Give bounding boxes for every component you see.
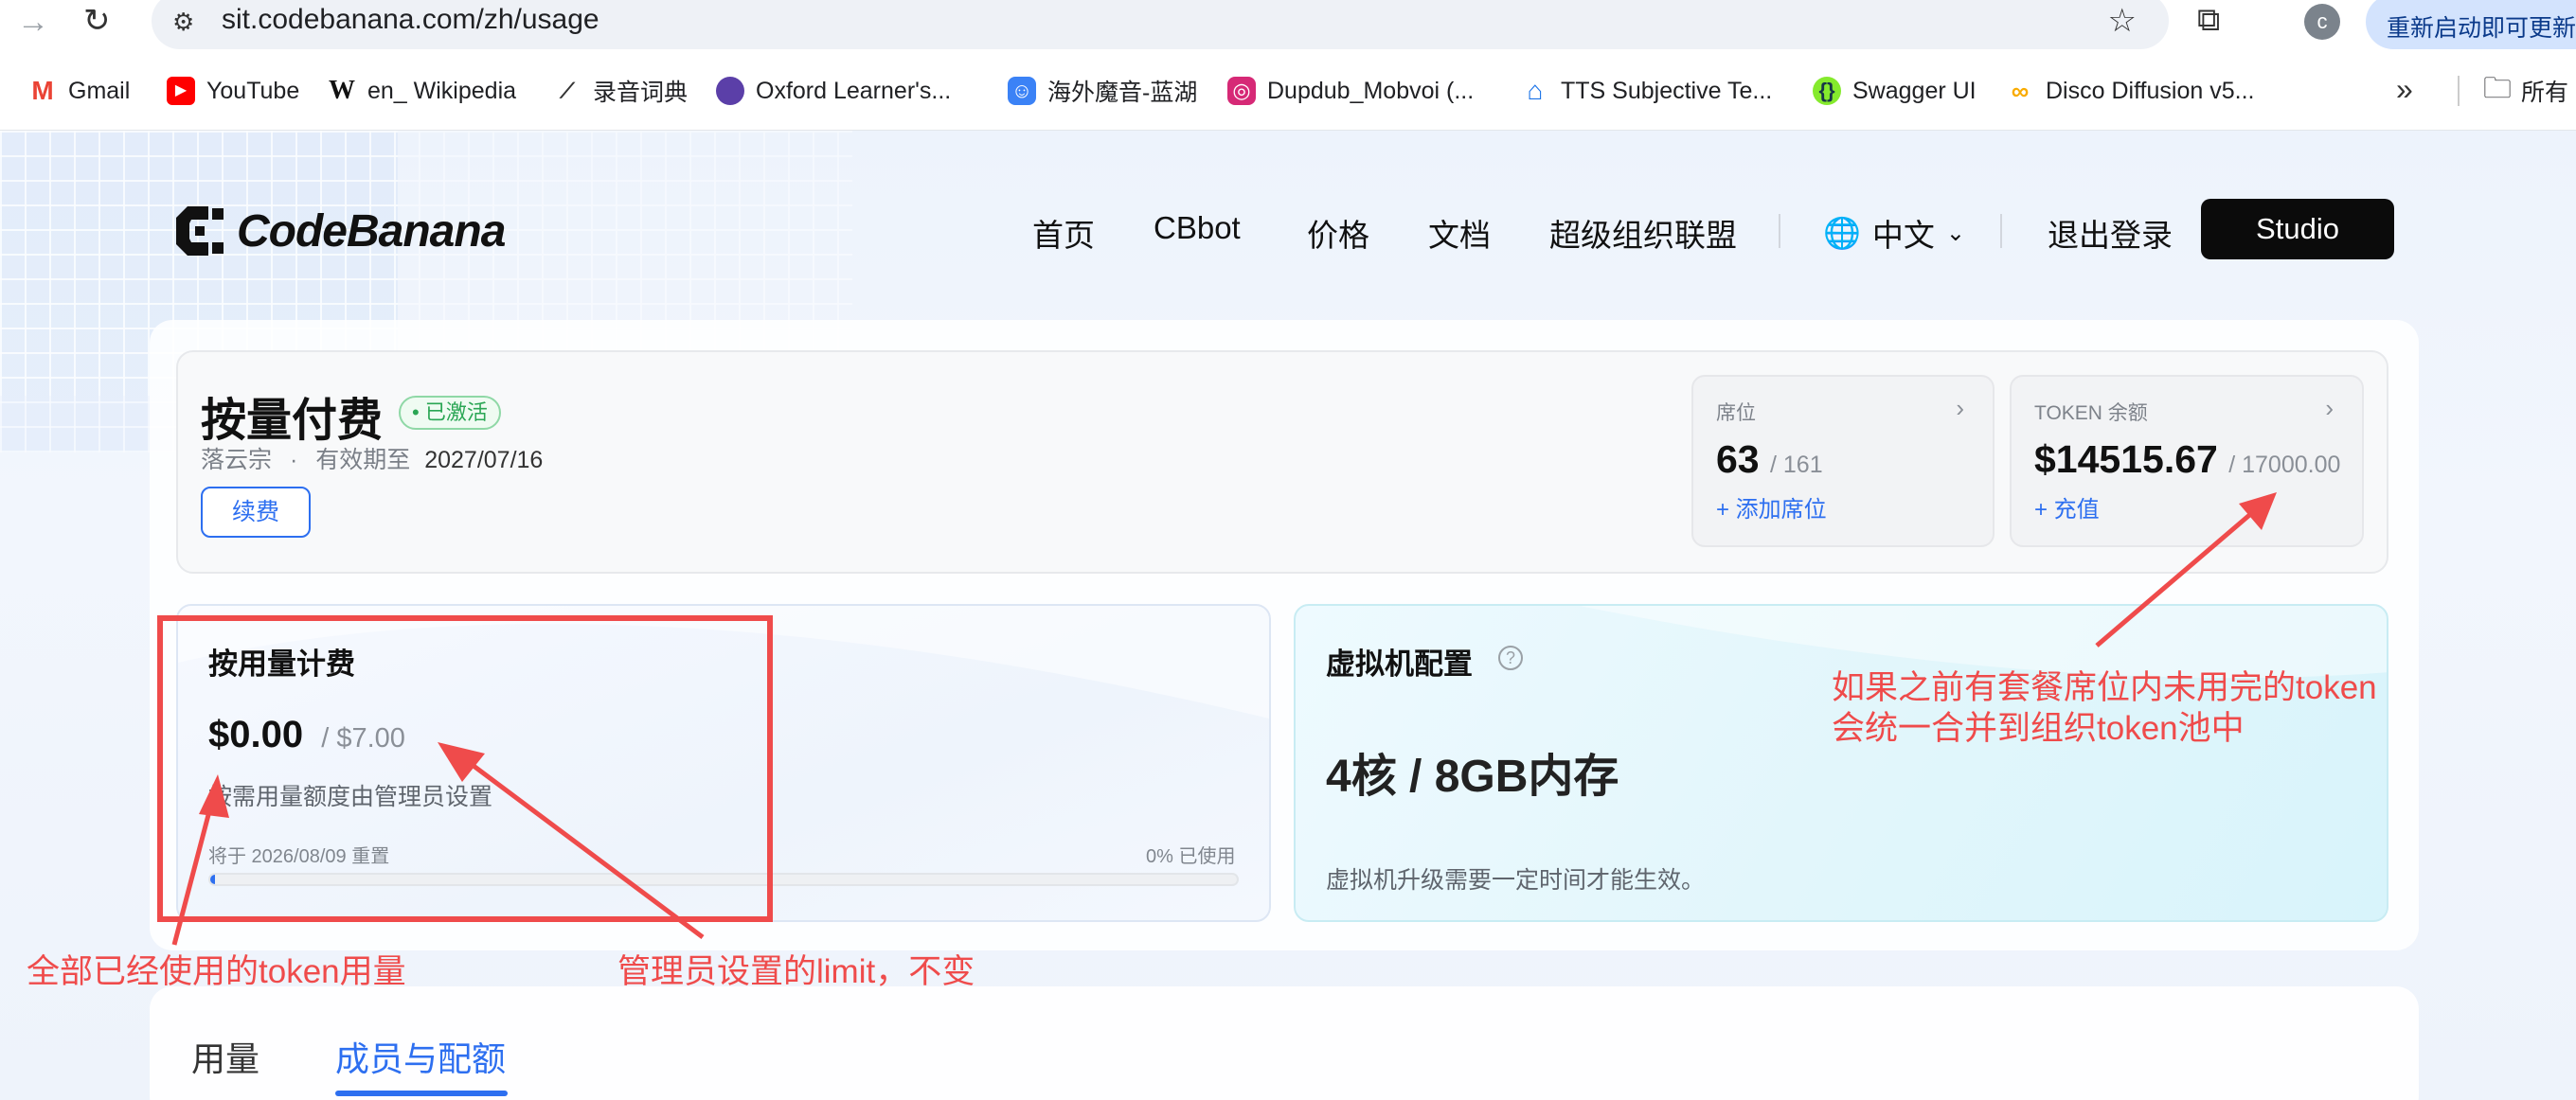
token-total: / 17000.00 [2228,452,2341,478]
annotation-highlight-box [157,615,773,922]
vm-card-title: 虚拟机配置 [1326,648,1473,681]
logo-text: CodeBanana [237,205,506,257]
gmail-icon: M [28,77,57,105]
forward-arrow-icon[interactable]: → [17,4,49,41]
youtube-icon: ▶ [167,77,195,105]
bookmarks-bar: M Gmail ▶ YouTube W en_ Wikipedia ⟋ 录音词典… [0,68,2576,114]
chevron-right-icon[interactable]: › [1956,394,1964,423]
tts-icon: ⌂ [1521,77,1549,105]
active-tab-indicator [335,1091,508,1096]
bookmark-label: Gmail [68,77,131,104]
lanhu-icon: ☺ [1008,77,1036,105]
update-button[interactable]: 重新启动即可更新 [2366,0,2576,49]
annotation-merge-line-2: 会统一合并到组织token池中 [1832,709,2245,747]
nav-divider [2000,214,2002,248]
bookmark-swagger[interactable]: {} Swagger UI [1813,68,1977,114]
add-seats-link[interactable]: + 添加席位 [1716,490,1827,523]
site-settings-icon[interactable]: ⚙ [172,8,194,37]
language-switcher[interactable]: 🌐 中文 ⌄ [1823,210,1965,256]
codebanana-logo-icon [170,201,227,261]
seats-label: 席位 [1716,402,1756,424]
bookmark-star-icon[interactable]: ☆ [2108,2,2137,40]
bookmark-lanhu[interactable]: ☺ 海外魔音-蓝湖 [1008,68,1197,114]
nav-home[interactable]: 首页 [1032,210,1095,256]
seats-total: / 161 [1770,452,1823,478]
vm-note: 虚拟机升级需要一定时间才能生效。 [1326,867,1706,894]
nav-super-org[interactable]: 超级组织联盟 [1549,210,1737,256]
seats-used: 63 [1716,437,1760,481]
all-bookmarks-folder[interactable]: 🗀 所有 [2483,68,2568,114]
bookmark-label: Swagger UI [1852,77,1977,104]
extensions-icon[interactable]: ⧉ [2197,2,2220,39]
kangaroo-icon: ⟋ [553,77,581,105]
token-balance: $14515.67 [2034,437,2218,481]
annotation-admin-limit: 管理员设置的limit，不变 [617,953,975,990]
bookmarks-divider [2458,76,2460,106]
nav-divider [1779,214,1780,248]
chevron-right-icon[interactable]: › [2325,394,2334,423]
plan-title: 按量付费 [201,396,384,446]
annotation-merge-note: 如果之前有套餐席位内未用完的token 会统一合并到组织token池中 [1832,668,2377,749]
bookmark-label: 录音词典 [593,80,689,106]
tab-members-quota[interactable]: 成员与配额 [335,1032,506,1081]
bookmark-gmail[interactable]: M Gmail [28,68,130,114]
bookmark-recorder-dict[interactable]: ⟋ 录音词典 [553,68,688,114]
bookmark-label: Disco Diffusion v5... [2046,77,2255,104]
bookmark-label: YouTube [206,77,300,104]
renew-button[interactable]: 续费 [201,487,311,538]
bookmark-oxford[interactable]: Oxford Learner's... [716,68,951,114]
token-balance-card[interactable]: TOKEN 余额 › $14515.67 / 17000.00 + 充值 [2010,375,2364,547]
bookmark-wikipedia[interactable]: W en_ Wikipedia [328,68,516,114]
chevron-down-icon: ⌄ [1945,220,1965,246]
bookmark-label: 海外魔音-蓝湖 [1047,80,1198,106]
folder-label: 所有 [2521,80,2569,106]
annotation-merge-line-1: 如果之前有套餐席位内未用完的token [1832,669,2377,706]
nav-pricing[interactable]: 价格 [1307,210,1369,256]
bookmark-tts[interactable]: ⌂ TTS Subjective Te... [1521,68,1772,114]
site-logo[interactable]: CodeBanana [170,201,506,261]
bookmark-label: Oxford Learner's... [756,77,952,104]
oxford-icon [716,77,744,105]
profile-avatar[interactable]: c [2304,4,2340,40]
seats-card[interactable]: 席位 › 63 / 161 + 添加席位 [1691,375,1995,547]
org-name: 落云宗 [201,447,273,473]
url-text[interactable]: sit.codebanana.com/zh/usage [222,4,599,36]
wikipedia-icon: W [328,76,356,105]
reload-icon[interactable]: ↻ [83,2,111,40]
bookmarks-overflow-icon[interactable]: » [2396,72,2413,107]
logout-link[interactable]: 退出登录 [2048,210,2173,256]
plan-subtitle: 落云宗 · 有效期至 2027/07/16 [201,441,543,475]
folder-icon: 🗀 [2483,72,2512,104]
bookmark-youtube[interactable]: ▶ YouTube [167,68,299,114]
token-label: TOKEN 余额 [2034,402,2148,424]
recharge-link[interactable]: + 充值 [2034,490,2100,523]
vm-spec: 4核 / 8GB内存 [1326,752,1619,802]
valid-date: 2027/07/16 [424,447,544,473]
colab-icon: ∞ [2006,77,2034,105]
language-label: 中文 [1871,218,1935,253]
valid-label: 有效期至 [315,447,411,473]
studio-button[interactable]: Studio [2201,199,2394,259]
bookmark-dupdub[interactable]: ◎ Dupdub_Mobvoi (... [1227,68,1474,114]
swagger-icon: {} [1813,77,1841,105]
used-percent: 0% 已使用 [1146,846,1236,867]
seats-value: 63 / 161 [1716,437,1823,482]
nav-docs[interactable]: 文档 [1428,210,1491,256]
annotation-token-used: 全部已经使用的token用量 [27,953,406,990]
nav-cbbot[interactable]: CBbot [1154,210,1241,246]
address-bar[interactable]: ⚙ sit.codebanana.com/zh/usage ☆ [152,0,2169,49]
instagram-icon: ◎ [1227,77,1256,105]
bookmark-label: Dupdub_Mobvoi (... [1267,77,1475,104]
separator-dot: · [289,447,298,473]
bookmark-label: TTS Subjective Te... [1561,77,1773,104]
status-badge: • 已激活 [399,396,501,430]
bookmark-disco[interactable]: ∞ Disco Diffusion v5... [2006,68,2254,114]
bookmark-label: en_ Wikipedia [367,77,517,104]
help-icon[interactable]: ? [1498,646,1523,670]
tab-usage[interactable]: 用量 [191,1032,259,1081]
token-value: $14515.67 / 17000.00 [2034,437,2340,482]
globe-icon: 🌐 [1823,216,1861,250]
